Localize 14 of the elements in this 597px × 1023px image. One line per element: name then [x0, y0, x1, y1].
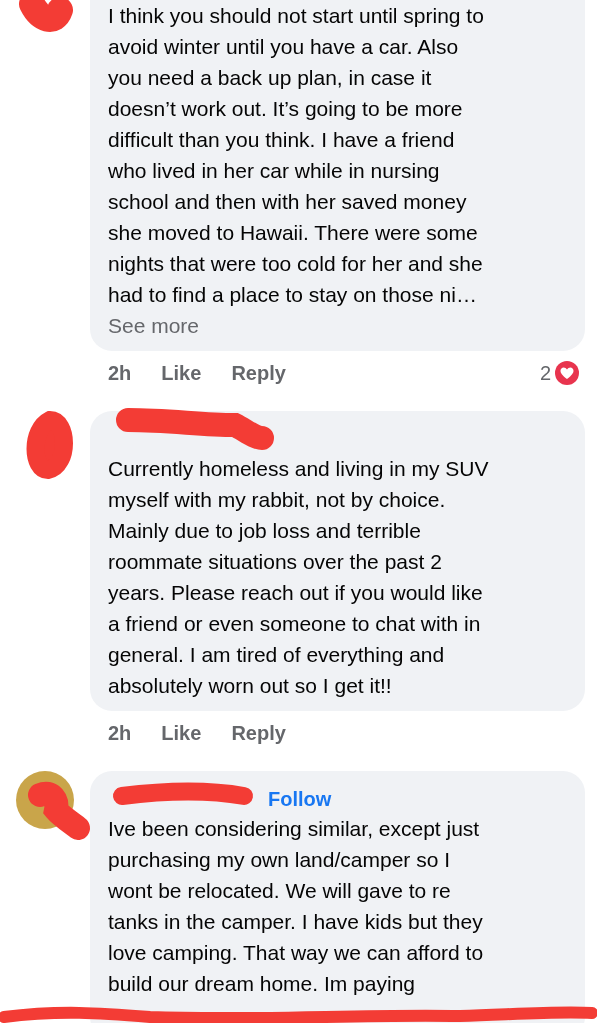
comment-text: Currently homeless and living in my SUV myself with my rabbit, not by choice. Mainly due to job loss and terrible roommate situations over the past 2 years. Please reach out if you would like a friend or even someone to chat with in general. I am tired of everything and absolutely worn out so I get it!! — [108, 456, 490, 699]
reaction-count: 2 — [539, 361, 551, 385]
scribble — [19, 0, 73, 32]
timestamp: 2h — [108, 361, 132, 385]
comment-text: I think you should not start until spring to avoid winter until you have a car. Also you need a back up plan, in case it doesn’t work out. It’s going to be more difficult than you think. I have a friend who lived in her car while in nursing school and then with her saved money she moved to Hawaii. There were some nights that were too cold for her and she had to find a place to stay on those ni… — [108, 3, 485, 308]
follow-link[interactable]: Follow — [268, 787, 332, 811]
reply-link[interactable]: Reply — [231, 721, 286, 745]
see-more-link[interactable]: See more — [108, 310, 571, 341]
scribble — [26, 411, 73, 479]
timestamp: 2h — [108, 721, 132, 745]
like-link[interactable]: Like — [161, 721, 202, 745]
reply-link[interactable]: Reply — [231, 361, 286, 385]
like-link[interactable]: Like — [161, 361, 202, 385]
comment-text: Ive been considering similar, except just purchasing my own land/camper so I wont be relocated. We will gave to re tanks in the camper. I have kids but they love camping. That way we can afford to build our dream home. Im paying — [108, 816, 485, 997]
